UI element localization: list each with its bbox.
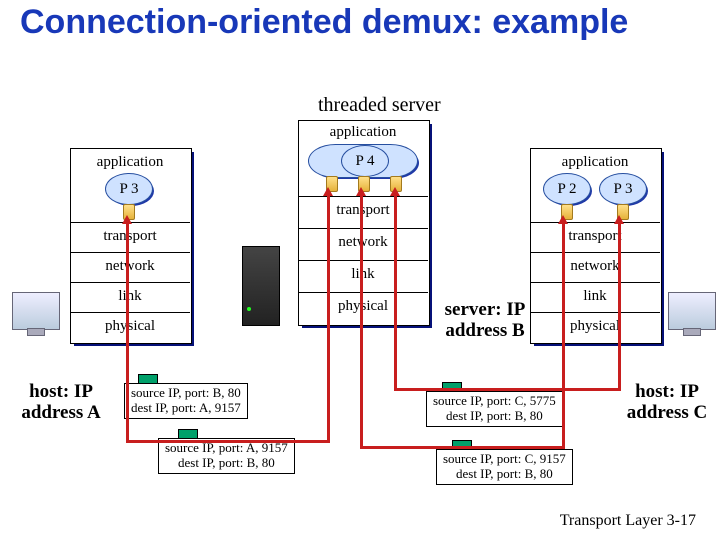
proc-p2: P 2: [543, 173, 591, 205]
stack-host-c: application P 2 P 3 transport network li…: [530, 148, 660, 342]
flow-line: [394, 388, 618, 391]
layer-network: network: [298, 234, 428, 251]
proc-p4: P 4: [341, 145, 389, 177]
arrow-icon: [323, 187, 333, 196]
layer-transport: transport: [70, 228, 190, 245]
arrow-icon: [614, 215, 624, 224]
packet-ab: source IP, port: A, 9157 dest IP, port: …: [158, 438, 295, 474]
flow-line: [126, 223, 129, 443]
arrow-icon: [390, 187, 400, 196]
slide: Connection-oriented demux: example threa…: [0, 0, 720, 540]
packet-cb2: source IP, port: C, 9157 dest IP, port: …: [436, 449, 573, 485]
footer: Transport Layer 3-17: [560, 512, 696, 530]
host-a-label: host: IP address A: [16, 382, 106, 424]
layer-physical: physical: [298, 298, 428, 315]
server-b-label: server: IP address B: [430, 300, 540, 342]
layer-transport: transport: [530, 228, 660, 245]
layer-application: application: [70, 154, 190, 171]
flow-line: [618, 223, 621, 391]
arrow-icon: [558, 215, 568, 224]
server-icon: [242, 246, 280, 326]
footer-text: Transport Layer: [560, 512, 663, 529]
threaded-label: threaded server: [318, 94, 441, 117]
flow-line: [360, 195, 363, 449]
stack-host-a: application P 3 transport network link p…: [70, 148, 190, 342]
flow-line: [360, 446, 562, 449]
arrow-icon: [356, 187, 366, 196]
layer-network: network: [70, 258, 190, 275]
layer-physical: physical: [530, 318, 660, 335]
layer-link: link: [70, 288, 190, 305]
flow-line: [327, 195, 330, 443]
slide-title: Connection-oriented demux: example: [20, 4, 628, 41]
arrow-icon: [122, 215, 132, 224]
footer-page: 3-17: [667, 512, 696, 529]
layer-transport: transport: [298, 202, 428, 219]
proc-p3-a: P 3: [105, 173, 153, 205]
flow-line: [126, 440, 330, 443]
layer-physical: physical: [70, 318, 190, 335]
stack-server-b: application P 4 transport network link p…: [298, 120, 428, 324]
flow-line: [394, 195, 397, 391]
proc-p3-c: P 3: [599, 173, 647, 205]
packet-cb1: source IP, port: C, 5775 dest IP, port: …: [426, 391, 563, 427]
layer-link: link: [298, 266, 428, 283]
layer-application: application: [298, 124, 428, 141]
layer-application: application: [530, 154, 660, 171]
flow-line: [562, 223, 565, 449]
layer-link: link: [530, 288, 660, 305]
host-c-label: host: IP address C: [622, 382, 712, 424]
packet-ba: source IP, port: B, 80 dest IP, port: A,…: [124, 383, 248, 419]
layer-network: network: [530, 258, 660, 275]
monitor-icon: [12, 292, 60, 330]
monitor-icon: [668, 292, 716, 330]
